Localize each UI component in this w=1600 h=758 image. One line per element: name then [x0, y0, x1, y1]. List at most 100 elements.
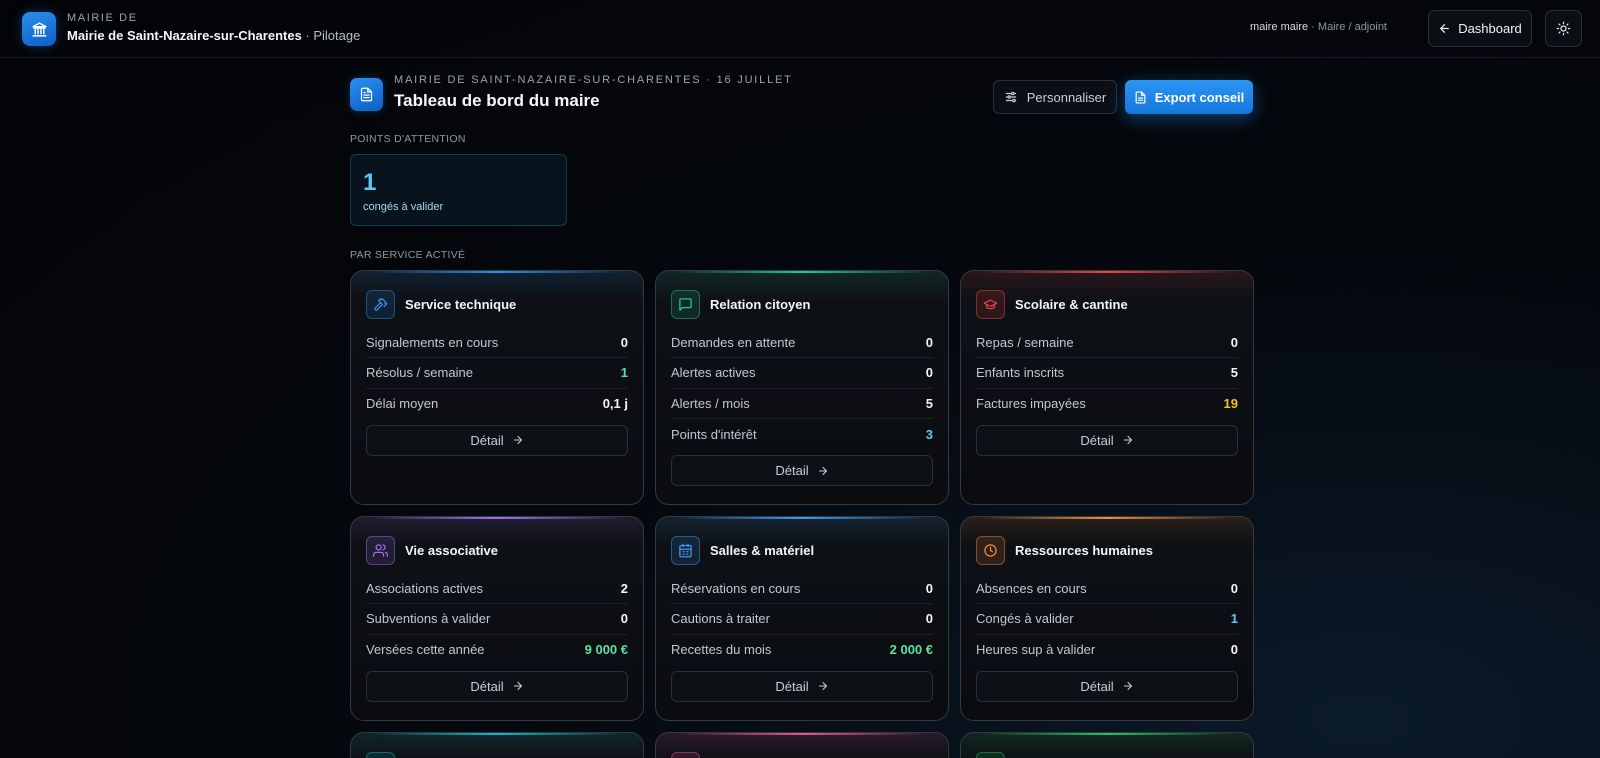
metric-value: 0 [925, 335, 933, 351]
metric-row: Absences en cours 0 [976, 574, 1238, 605]
metric-value: 0,1 j [602, 396, 628, 412]
detail-button[interactable]: Détail [671, 455, 933, 487]
metric-label: Alertes / mois [671, 395, 750, 411]
metric-row: Cautions à traiter 0 [671, 604, 933, 635]
detail-button[interactable]: Détail [671, 670, 933, 702]
hammer-icon [366, 290, 395, 319]
metric-label: Absences en cours [976, 581, 1087, 597]
leaf-icon [976, 752, 1005, 758]
metric-value: 2 000 € [889, 642, 933, 658]
detail-label: Détail [775, 678, 809, 694]
graduation-cap-icon [976, 290, 1005, 319]
users-icon [366, 536, 395, 565]
card-accent-line [371, 733, 623, 735]
metric-value: 0 [1230, 335, 1238, 351]
card-accent-line [981, 271, 1233, 273]
services-section-label: PAR SERVICE ACTIVÉ [350, 249, 466, 261]
user-info: maire maire · Maire / adjoint [1250, 21, 1387, 33]
attention-card[interactable]: 1 congés à valider [350, 154, 567, 226]
detail-button[interactable]: Détail [976, 424, 1238, 456]
metric-row: Alertes actives 0 [671, 358, 933, 389]
export-council-button[interactable]: Export conseil [1125, 80, 1253, 114]
sliders-icon [1004, 90, 1018, 104]
user-name: maire maire [1250, 21, 1309, 33]
card-header: Ressources humaines [976, 536, 1153, 565]
metric-value: 0 [925, 365, 933, 381]
attention-value: 1 [363, 169, 377, 196]
metric-list: Absences en cours 0 Congés à valider 1 Heure… [976, 574, 1238, 665]
card-header: Salles & matériel [671, 536, 814, 565]
metric-label: Enfants inscrits [976, 365, 1065, 381]
metric-value: 19 [1223, 396, 1238, 412]
brand-name: Mairie de Saint-Nazaire-sur-Charentes [67, 28, 302, 43]
metric-label: Repas / semaine [976, 335, 1074, 351]
metric-value: 0 [925, 611, 933, 627]
metric-value: 5 [1230, 365, 1238, 381]
metric-row: Versées cette année 9 000 € [366, 635, 628, 665]
card-header: Service technique [366, 290, 516, 319]
card-accent-line [676, 517, 928, 519]
sun-icon [1556, 21, 1571, 36]
card-title: Relation citoyen [710, 297, 811, 312]
card-accent-line [676, 271, 928, 273]
metric-list: Demandes en attente 0 Alertes actives 0 Aler… [671, 328, 933, 449]
card-title: Service technique [405, 297, 517, 312]
metric-row: Signalements en cours 0 [366, 328, 628, 359]
top-bar: MAIRIE DE Mairie de Saint-Nazaire-sur-Ch… [0, 0, 1600, 58]
detail-label: Détail [1080, 432, 1114, 448]
service-card [960, 732, 1254, 758]
card-header [366, 752, 395, 758]
metric-label: Cautions à traiter [671, 611, 770, 627]
arrow-right-icon [817, 465, 829, 477]
metric-label: Versées cette année [366, 642, 485, 658]
arrow-right-icon [1122, 680, 1134, 692]
detail-button[interactable]: Détail [366, 424, 628, 456]
town-hall-icon[interactable] [22, 12, 56, 46]
attention-section-label: POINTS D'ATTENTION [350, 133, 466, 145]
card-title: Vie associative [405, 543, 498, 558]
card-header: Relation citoyen [671, 290, 810, 319]
theme-toggle-button[interactable] [1545, 10, 1582, 47]
metric-list: Associations actives 2 Subventions à valid… [366, 574, 628, 665]
service-card: Scolaire & cantine Repas / semaine 0 Enfant… [960, 270, 1254, 505]
card-header: Scolaire & cantine [976, 290, 1128, 319]
detail-label: Détail [775, 463, 809, 479]
metric-row: Repas / semaine 0 [976, 328, 1238, 359]
detail-button[interactable]: Détail [366, 670, 628, 702]
service-card: Relation citoyen Demandes en attente 0 Aler… [655, 270, 949, 505]
arrow-right-icon [1122, 434, 1134, 446]
metric-list: Réservations en cours 0 Cautions à traiter… [671, 574, 933, 665]
metric-value: 3 [925, 426, 933, 442]
card-accent-line [981, 733, 1233, 735]
metric-label: Recettes du mois [671, 642, 772, 658]
metric-list: Signalements en cours 0 Résolus / semaine 1… [366, 328, 628, 419]
document-icon [1134, 90, 1147, 104]
metric-label: Points d'intérêt [671, 426, 757, 442]
arrow-left-icon [1438, 22, 1451, 35]
metric-row: Subventions à valider 0 [366, 604, 628, 635]
metric-row: Heures sup à valider 0 [976, 635, 1238, 665]
card-header [671, 752, 700, 758]
customize-button[interactable]: Personnaliser [993, 80, 1117, 114]
card-header: Vie associative [366, 536, 498, 565]
attention-label: congés à valider [363, 201, 444, 213]
detail-label: Détail [1080, 678, 1114, 694]
dashboard-button[interactable]: Dashboard [1428, 10, 1532, 47]
arrow-right-icon [817, 680, 829, 692]
metric-label: Subventions à valider [366, 611, 491, 627]
metric-row: Délai moyen 0,1 j [366, 389, 628, 419]
metric-label: Associations actives [366, 581, 484, 597]
arrow-right-icon [512, 434, 524, 446]
metric-row: Demandes en attente 0 [671, 328, 933, 359]
metric-value: 1 [620, 365, 628, 381]
service-card [350, 732, 644, 758]
detail-button[interactable]: Détail [976, 670, 1238, 702]
heart-icon [671, 752, 700, 758]
metric-value: 1 [1230, 611, 1238, 627]
card-title: Salles & matériel [710, 543, 815, 558]
service-card: Ressources humaines Absences en cours 0 Con… [960, 516, 1254, 721]
clock-icon [976, 536, 1005, 565]
card-accent-line [371, 271, 623, 273]
metric-value: 9 000 € [584, 642, 628, 658]
metric-row: Factures impayées 19 [976, 389, 1238, 419]
